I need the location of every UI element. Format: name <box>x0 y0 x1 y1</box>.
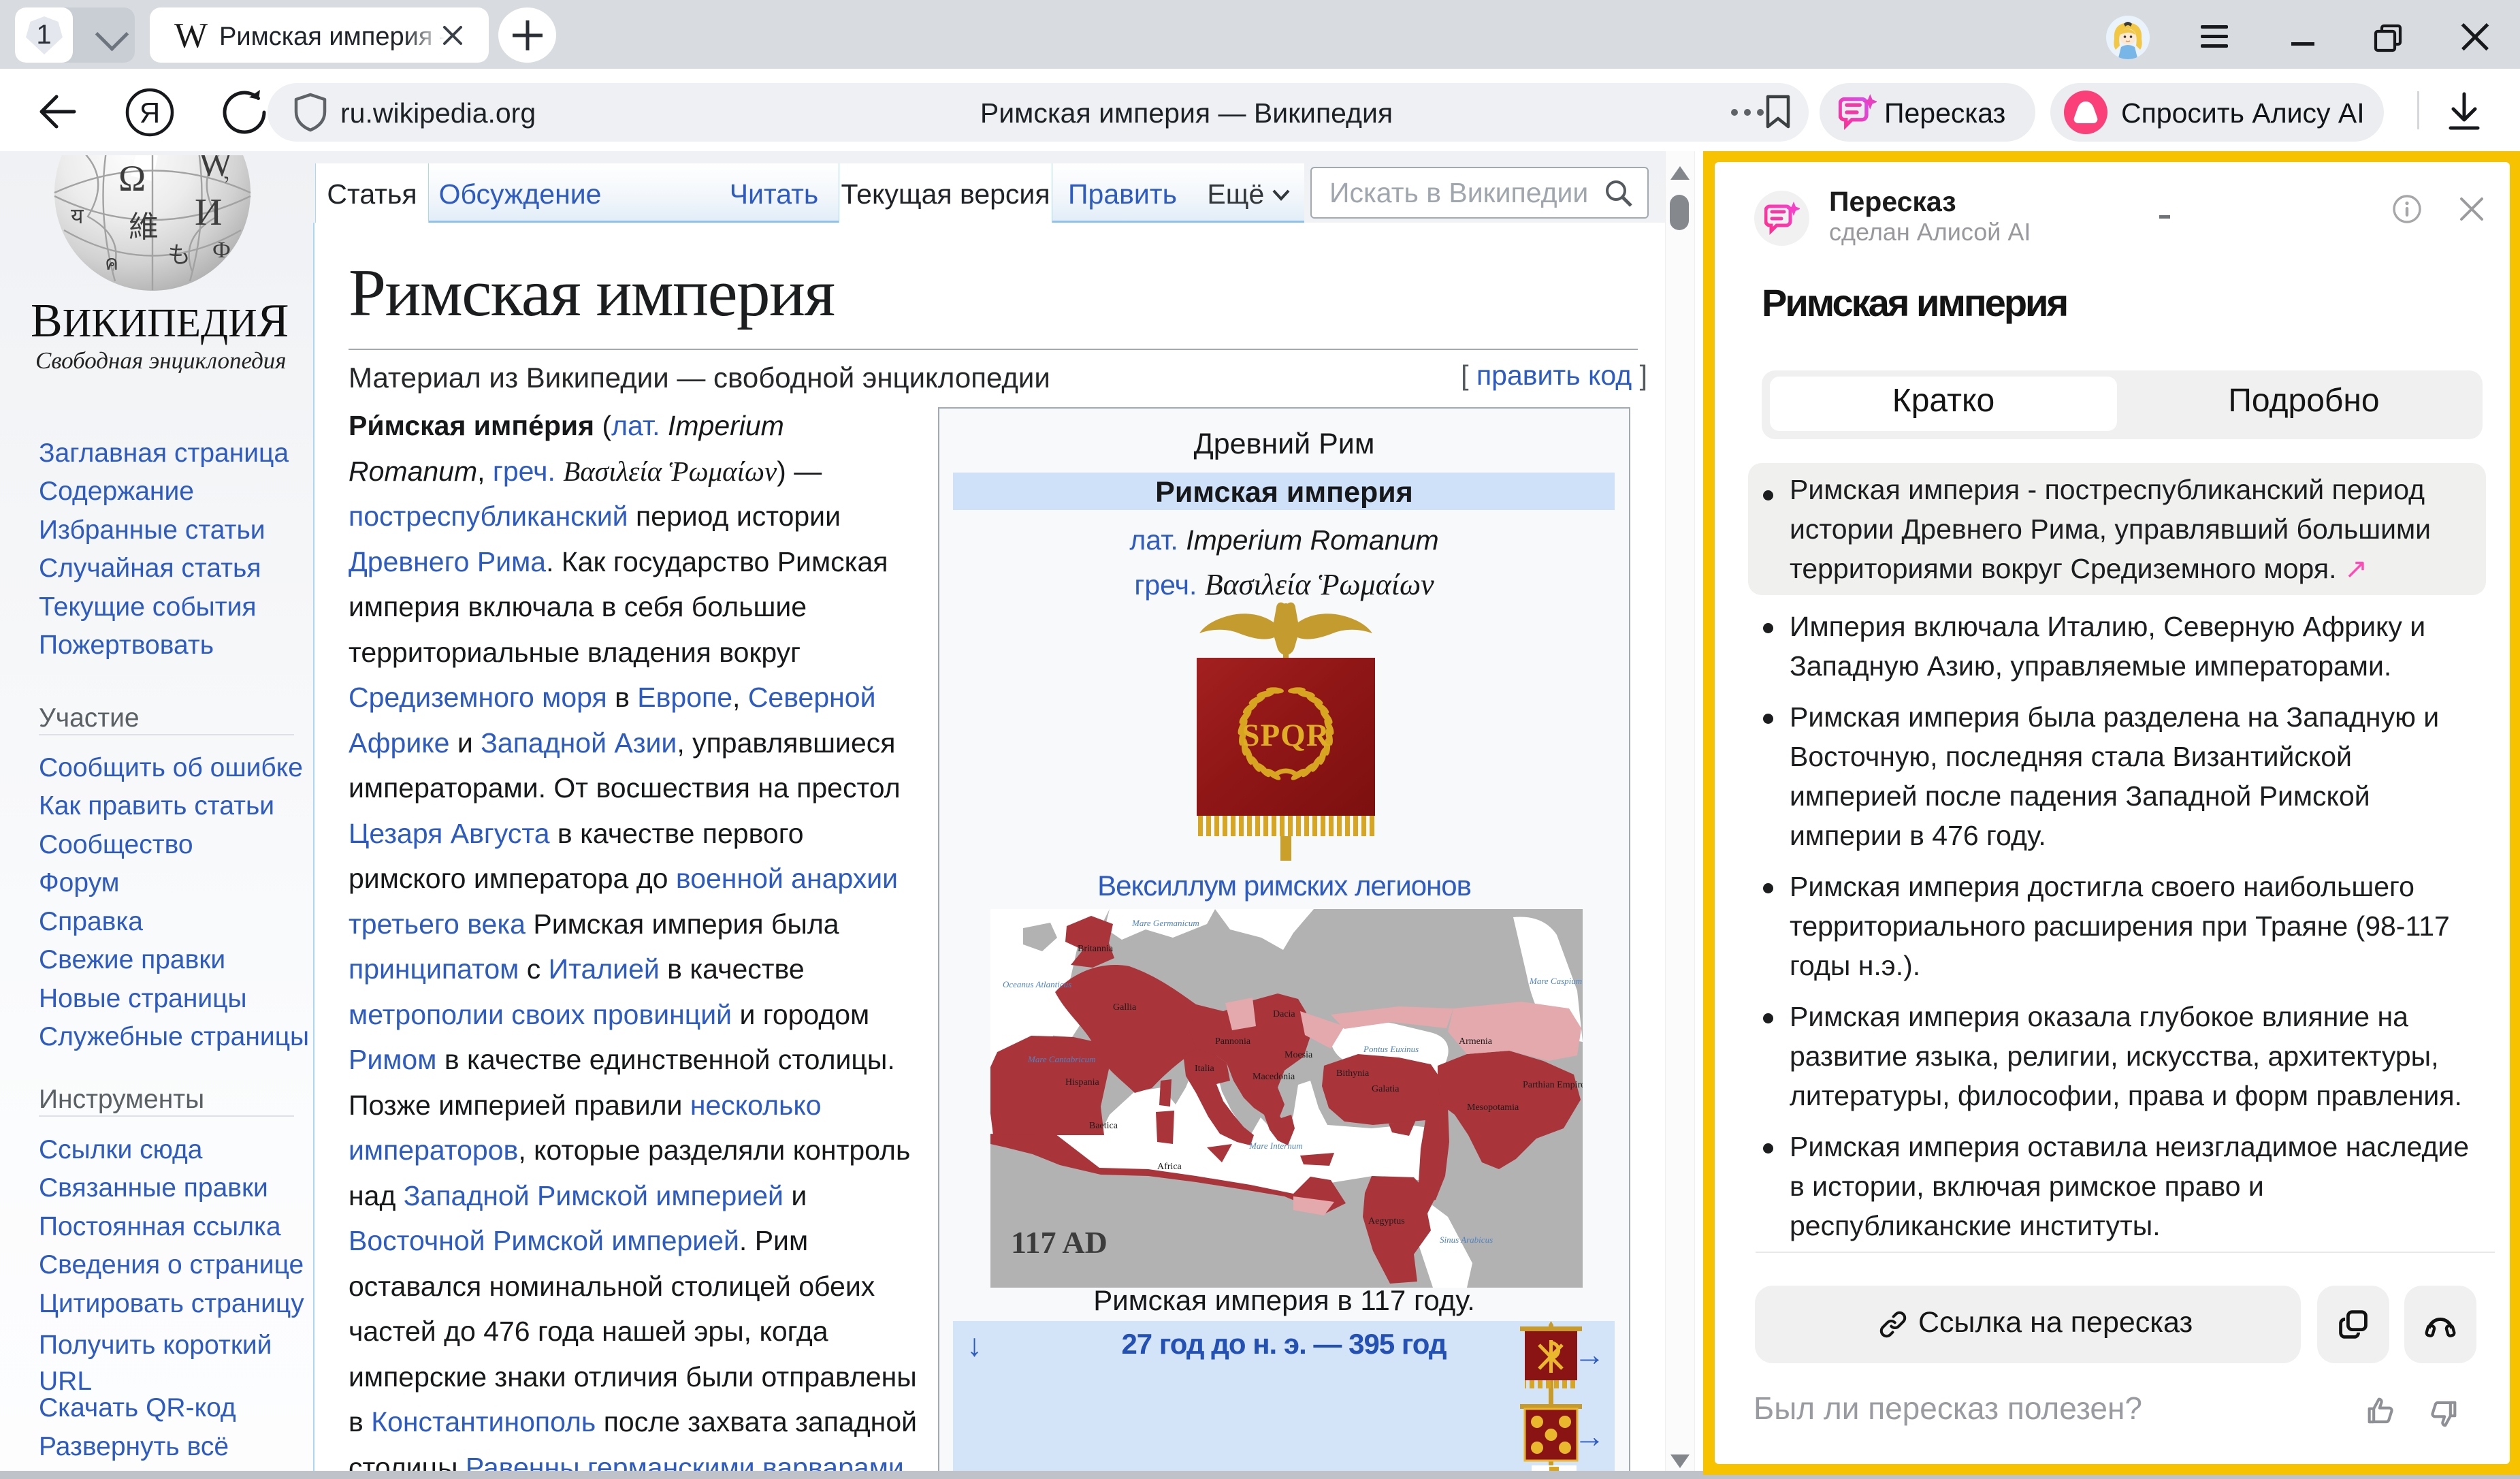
svg-text:維: 維 <box>129 210 159 244</box>
svg-text:Oceanus Atlanticus: Oceanus Atlanticus <box>1003 979 1071 989</box>
svg-text:Parthian Empire: Parthian Empire <box>1523 1080 1583 1090</box>
svg-text:Bithynia: Bithynia <box>1336 1068 1370 1079</box>
svg-text:Italia: Italia <box>1195 1064 1215 1074</box>
svg-text:Pontus Euxinus: Pontus Euxinus <box>1363 1044 1419 1054</box>
svg-text:Armenia: Armenia <box>1459 1036 1493 1047</box>
svg-text:Macedonia: Macedonia <box>1253 1072 1295 1082</box>
svg-text:Galatia: Galatia <box>1372 1084 1400 1094</box>
svg-text:Hispania: Hispania <box>1065 1077 1100 1087</box>
svg-text:Ф: Ф <box>212 238 231 263</box>
svg-text:Gallia: Gallia <box>1113 1002 1137 1013</box>
svg-text:Africa: Africa <box>1157 1162 1182 1172</box>
svg-text:SPQR: SPQR <box>1242 718 1329 753</box>
svg-text:Aegyptus: Aegyptus <box>1368 1216 1405 1226</box>
svg-text:י: י <box>224 170 229 193</box>
svg-text:Mare Internum: Mare Internum <box>1248 1141 1303 1151</box>
svg-text:Я: Я <box>140 97 160 129</box>
svg-text:Pannonia: Pannonia <box>1215 1036 1251 1047</box>
svg-text:Mare Cantabricum: Mare Cantabricum <box>1027 1054 1096 1064</box>
svg-text:Mare Caspium: Mare Caspium <box>1529 976 1582 986</box>
svg-text:Sinus Arabicus: Sinus Arabicus <box>1440 1235 1493 1245</box>
svg-text:Baetica: Baetica <box>1089 1121 1118 1131</box>
svg-text:Dacia: Dacia <box>1273 1009 1295 1019</box>
svg-text:य: य <box>71 204 84 228</box>
svg-text:Mesopotamia: Mesopotamia <box>1467 1102 1519 1113</box>
svg-text:Britannia: Britannia <box>1078 944 1114 954</box>
svg-text:117 AD: 117 AD <box>1011 1225 1108 1260</box>
svg-text:И: И <box>195 191 222 234</box>
svg-text:も: も <box>167 243 191 268</box>
svg-text:Mare Germanicum: Mare Germanicum <box>1131 918 1199 928</box>
svg-text:Moesia: Moesia <box>1285 1050 1313 1060</box>
svg-text:Ω: Ω <box>118 158 146 199</box>
svg-text:ค: ค <box>105 252 118 274</box>
